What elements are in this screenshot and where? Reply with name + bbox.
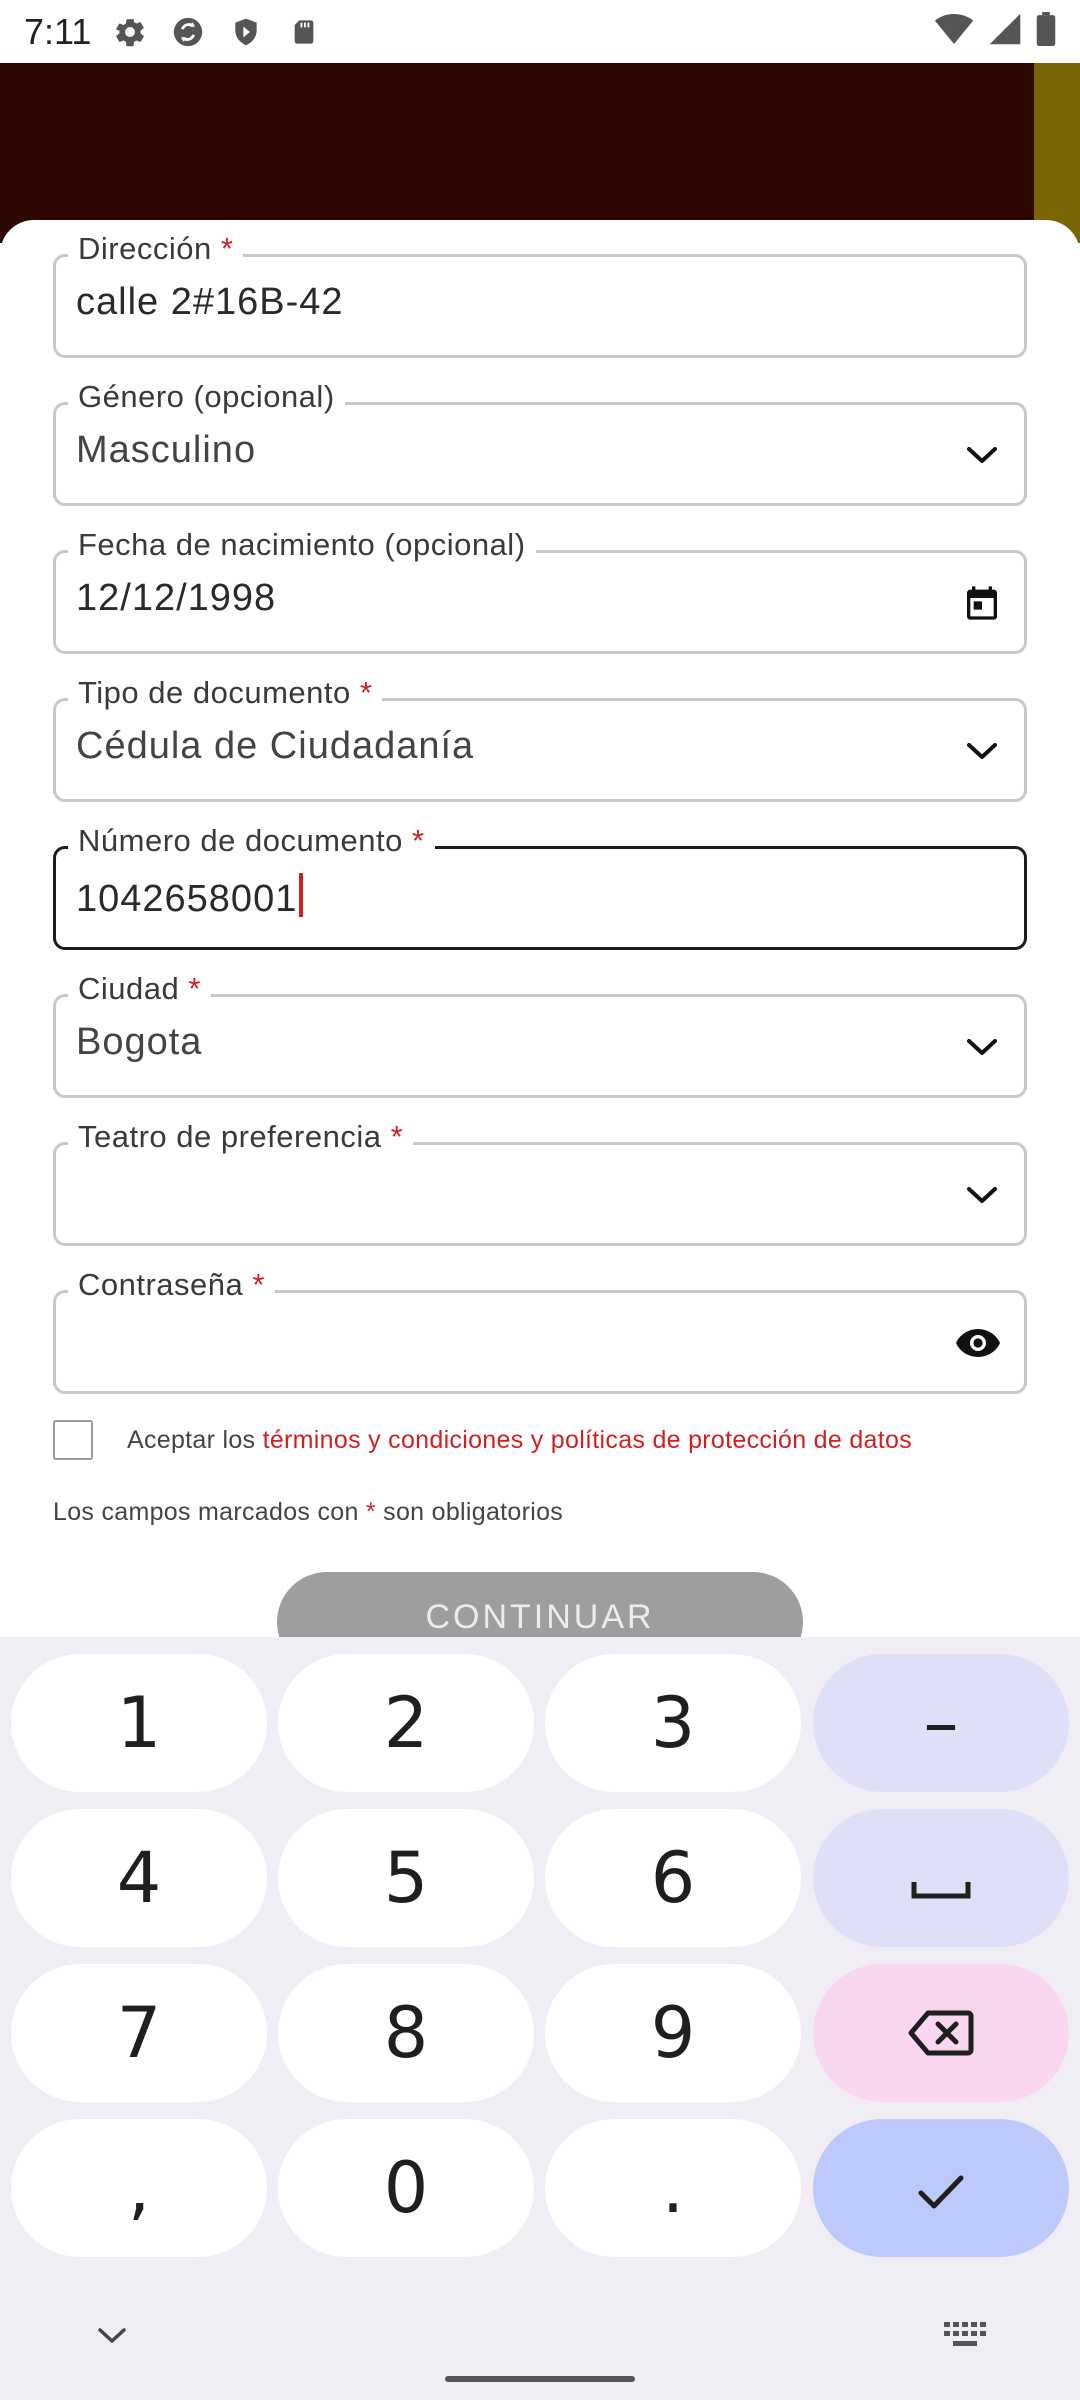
document-number-value: 1042658001 xyxy=(76,873,304,921)
document-number-label: Número de documento * xyxy=(68,823,435,859)
gender-select[interactable]: Género (opcional) Masculino xyxy=(53,379,1027,506)
status-time: 7:11 xyxy=(24,10,92,52)
settings-icon xyxy=(113,15,147,49)
shield-play-icon xyxy=(229,15,263,49)
keyboard-switch-button[interactable] xyxy=(944,2322,988,2352)
key-backspace[interactable] xyxy=(813,1964,1069,2102)
key-3[interactable]: 3 xyxy=(545,1654,801,1792)
terms-row: Aceptar los términos y condiciones y pol… xyxy=(53,1416,1033,1464)
password-label: Contraseña * xyxy=(68,1267,275,1303)
birth-date-label: Fecha de nacimiento (opcional) xyxy=(68,527,536,563)
gender-label: Género (opcional) xyxy=(68,379,345,415)
chevron-down-icon xyxy=(962,435,1002,475)
terms-link[interactable]: términos y condiciones y políticas de pr… xyxy=(263,1426,912,1454)
sync-icon xyxy=(171,15,205,49)
theater-select[interactable]: Teatro de preferencia * xyxy=(53,1119,1027,1246)
sd-card-icon xyxy=(287,15,321,49)
key-1[interactable]: 1 xyxy=(11,1654,267,1792)
key-comma[interactable]: , xyxy=(11,2119,267,2257)
key-5[interactable]: 5 xyxy=(278,1809,534,1947)
document-type-select[interactable]: Tipo de documento * Cédula de Ciudadanía xyxy=(53,675,1027,802)
chevron-down-icon xyxy=(96,2326,128,2351)
address-label: Dirección * xyxy=(68,231,244,267)
birth-date-value: 12/12/1998 xyxy=(76,577,277,619)
status-bar: 7:11 xyxy=(0,0,1080,63)
address-field[interactable]: Dirección * calle 2#16B-42 xyxy=(53,231,1027,358)
text-cursor xyxy=(299,873,304,917)
eye-icon[interactable] xyxy=(954,1323,1002,1363)
header-banner xyxy=(0,63,1080,243)
chevron-down-icon xyxy=(962,1175,1002,1215)
calendar-icon[interactable] xyxy=(962,583,1002,623)
numeric-keyboard: 1 2 3 – 4 5 6 7 8 9 , 0 . xyxy=(0,1637,1080,2400)
check-icon xyxy=(916,2147,966,2229)
address-value: calle 2#16B-42 xyxy=(76,281,344,323)
key-2[interactable]: 2 xyxy=(278,1654,534,1792)
document-type-label: Tipo de documento * xyxy=(68,675,383,711)
continue-button[interactable]: CONTINUAR xyxy=(277,1572,803,1640)
space-icon xyxy=(910,1837,972,1919)
header-accent xyxy=(1034,63,1080,243)
backspace-icon xyxy=(908,1992,974,2074)
gesture-navigation-bar[interactable] xyxy=(445,2376,635,2382)
key-space[interactable] xyxy=(813,1809,1069,1947)
city-value: Bogota xyxy=(76,1021,203,1063)
terms-checkbox[interactable] xyxy=(53,1420,93,1460)
gender-value: Masculino xyxy=(76,429,257,471)
keyboard-icon xyxy=(944,2322,988,2352)
password-field[interactable]: Contraseña * xyxy=(53,1267,1027,1394)
key-0[interactable]: 0 xyxy=(278,2119,534,2257)
document-number-field[interactable]: Número de documento * 1042658001 xyxy=(53,823,1027,950)
theater-label: Teatro de preferencia * xyxy=(68,1119,414,1155)
city-select[interactable]: Ciudad * Bogota xyxy=(53,971,1027,1098)
key-7[interactable]: 7 xyxy=(11,1964,267,2102)
document-type-value: Cédula de Ciudadanía xyxy=(76,725,475,767)
wifi-icon xyxy=(934,12,974,51)
signal-icon xyxy=(988,12,1022,51)
hide-keyboard-button[interactable] xyxy=(92,2323,132,2353)
key-done[interactable] xyxy=(813,2119,1069,2257)
battery-icon xyxy=(1036,12,1056,51)
key-dash[interactable]: – xyxy=(813,1654,1069,1792)
key-4[interactable]: 4 xyxy=(11,1809,267,1947)
chevron-down-icon xyxy=(962,731,1002,771)
key-period[interactable]: . xyxy=(545,2119,801,2257)
chevron-down-icon xyxy=(962,1027,1002,1067)
key-9[interactable]: 9 xyxy=(545,1964,801,2102)
birth-date-field[interactable]: Fecha de nacimiento (opcional) 12/12/199… xyxy=(53,527,1027,654)
city-label: Ciudad * xyxy=(68,971,211,1007)
key-6[interactable]: 6 xyxy=(545,1809,801,1947)
registration-form: Dirección * calle 2#16B-42 Género (opcio… xyxy=(0,220,1080,1640)
terms-text: Aceptar los términos y condiciones y pol… xyxy=(127,1425,912,1454)
key-8[interactable]: 8 xyxy=(278,1964,534,2102)
required-fields-note: Los campos marcados con * son obligatori… xyxy=(53,1498,564,1526)
